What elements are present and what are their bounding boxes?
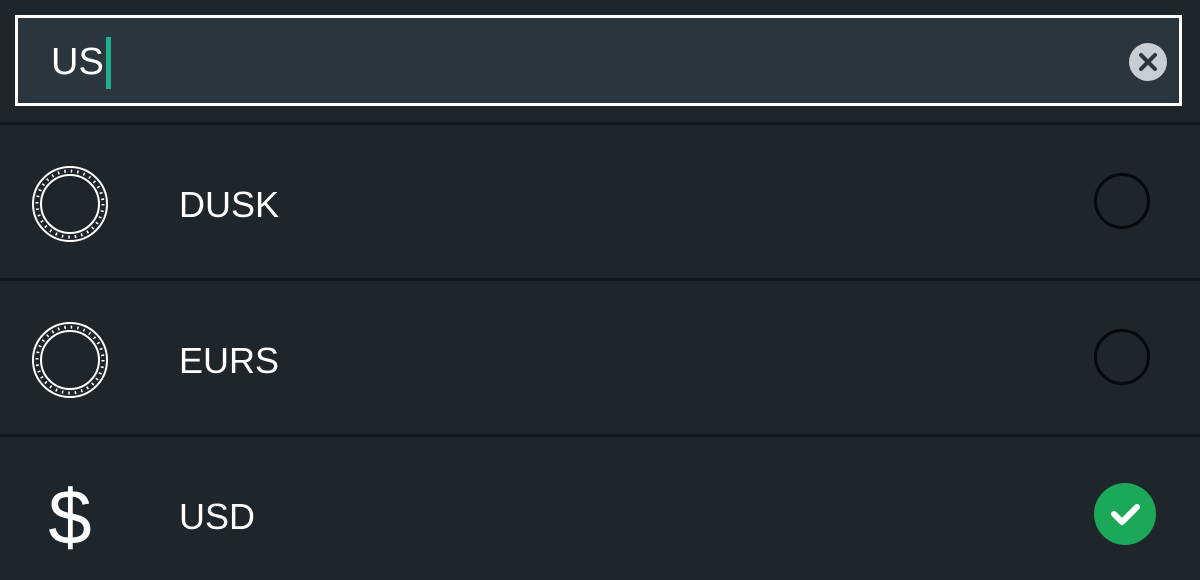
currency-label: DUSK <box>179 184 280 225</box>
list-item-dusk[interactable]: DUSK <box>0 125 1200 278</box>
currency-label: USD <box>179 496 256 537</box>
list-item-eurs[interactable]: EURS <box>0 281 1200 434</box>
clear-search-button[interactable] <box>1129 43 1167 81</box>
search-input[interactable]: US <box>15 15 1182 106</box>
radio-button[interactable] <box>1094 173 1150 229</box>
radio-button[interactable] <box>1094 329 1150 385</box>
search-bar: US <box>0 0 1200 122</box>
currency-label: EURS <box>179 340 280 381</box>
dollar-sign-icon: $ <box>48 476 91 556</box>
coin-outline-icon <box>32 322 108 398</box>
svg-text:$: $ <box>48 476 91 556</box>
coin-outline-icon <box>32 166 108 242</box>
checkmark-icon <box>1111 504 1140 525</box>
currency-picker: US DUSK EURS $ USD <box>0 0 1200 580</box>
text-caret <box>106 37 111 89</box>
list-item-usd[interactable]: $ USD <box>0 437 1200 580</box>
radio-button-selected[interactable] <box>1094 483 1156 545</box>
search-input-value: US <box>51 41 104 83</box>
close-icon <box>1139 53 1157 71</box>
